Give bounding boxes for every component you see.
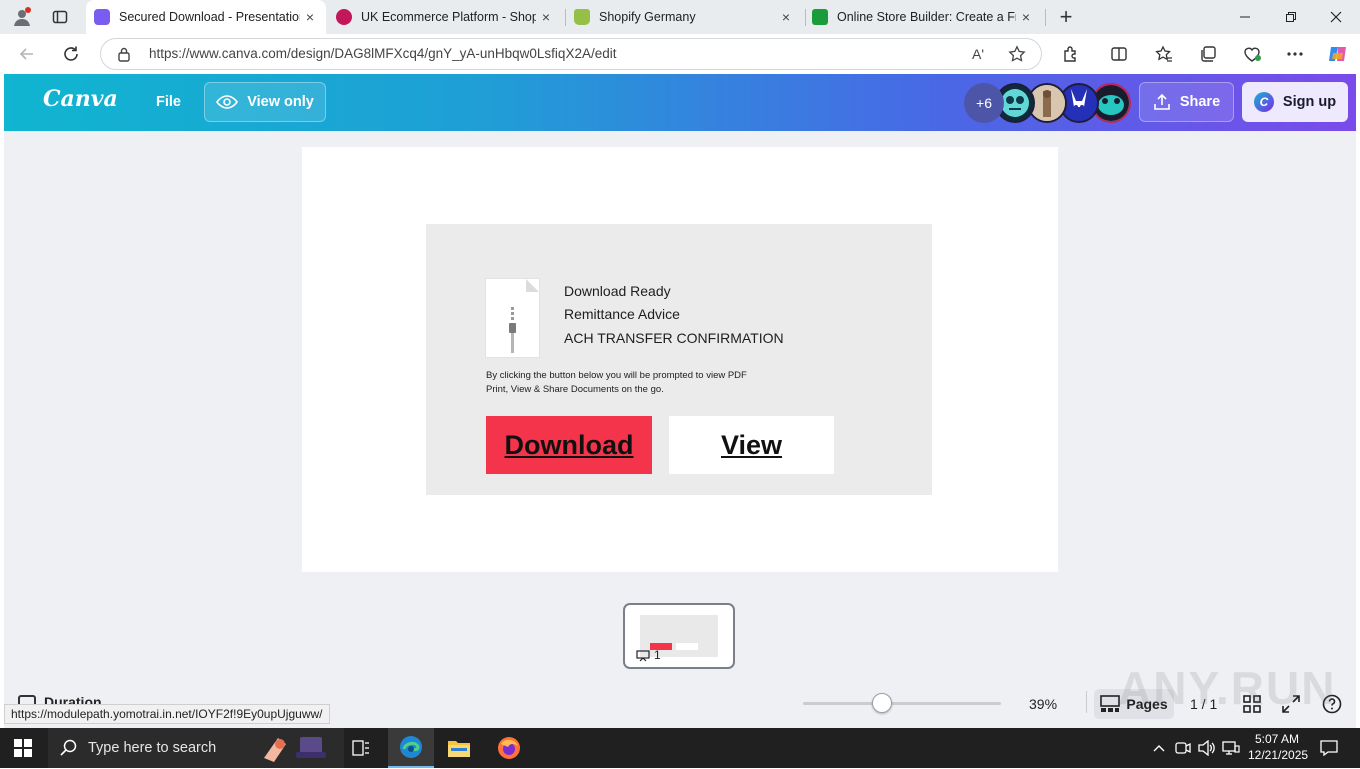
minimize-icon[interactable] — [1232, 6, 1258, 28]
download-button[interactable]: Download — [486, 416, 652, 474]
window-close-icon[interactable] — [1323, 6, 1349, 28]
task-view-icon[interactable] — [350, 738, 372, 758]
notifications-icon[interactable] — [1318, 738, 1340, 758]
edge-icon — [399, 735, 423, 759]
search-placeholder: Type here to search — [88, 740, 217, 756]
share-button[interactable]: Share — [1139, 82, 1234, 122]
thumbnail-preview — [640, 615, 718, 657]
shopify-favicon-icon — [574, 9, 590, 25]
page-thumbnail[interactable]: 1 — [623, 603, 735, 669]
new-tab-button[interactable]: + — [1054, 4, 1078, 30]
profile-icon[interactable] — [10, 6, 34, 28]
collections-icon[interactable] — [1197, 42, 1219, 66]
search-highlight-icon — [260, 732, 334, 769]
volume-icon[interactable] — [1197, 739, 1217, 757]
close-tab-icon[interactable]: × — [776, 9, 796, 25]
eye-icon — [216, 95, 239, 109]
edge-taskbar-button[interactable] — [388, 728, 434, 768]
extensions-icon[interactable] — [1060, 42, 1082, 66]
split-screen-icon[interactable] — [1108, 42, 1130, 66]
thumbnail-view-mark — [676, 643, 698, 650]
anyrun-watermark: ANY.RUN — [1118, 662, 1337, 714]
note-line-1: By clicking the button below you will be… — [486, 370, 747, 381]
heading-line-2: Remittance Advice — [564, 306, 680, 322]
collaborators-group[interactable]: +6 — [962, 83, 1132, 123]
share-icon — [1153, 93, 1171, 111]
store-favicon-icon — [812, 9, 828, 25]
zip-file-icon — [486, 279, 539, 357]
design-page: Download Ready Remittance Advice ACH TRA… — [302, 147, 1058, 572]
tab-separator — [565, 9, 566, 26]
collaborators-count-label: +6 — [976, 95, 992, 111]
favorites-icon[interactable] — [1153, 42, 1175, 66]
network-icon[interactable] — [1221, 739, 1241, 757]
zoom-track — [803, 702, 1001, 705]
view-only-label: View only — [247, 94, 314, 110]
file-menu-button[interactable]: File — [156, 94, 181, 110]
tab-separator — [805, 9, 806, 26]
tab-strip: Secured Download - Presentation × UK Eco… — [0, 0, 1360, 34]
restore-icon[interactable] — [1278, 6, 1304, 28]
tab-shopify-germany[interactable]: Shopify Germany × — [570, 0, 802, 34]
search-icon — [60, 739, 78, 757]
back-icon[interactable] — [14, 42, 40, 66]
tab-shopwired[interactable]: UK Ecommerce Platform - ShopWired × — [330, 0, 562, 34]
show-hidden-icons[interactable] — [1150, 740, 1168, 756]
shopwired-favicon-icon — [336, 9, 352, 25]
windows-start-icon[interactable] — [12, 738, 34, 758]
view-only-button[interactable]: View only — [204, 82, 326, 122]
heading-line-3: ACH TRANSFER CONFIRMATION — [564, 330, 784, 346]
view-button[interactable]: View — [669, 416, 834, 474]
more-options-icon[interactable] — [1284, 42, 1306, 66]
network-camera-icon[interactable] — [1174, 739, 1192, 757]
present-icon — [636, 649, 650, 667]
browser-essentials-icon[interactable] — [1241, 42, 1263, 66]
tab-title: UK Ecommerce Platform - ShopWired — [361, 10, 536, 24]
sign-up-button[interactable]: C Sign up — [1242, 82, 1348, 122]
windows-taskbar: Type here to search 5:07 AM 12/21/2025 — [0, 728, 1360, 768]
heading-line-1: Download Ready — [564, 283, 671, 299]
read-aloud-icon[interactable]: Aʹ — [967, 44, 989, 64]
footer-divider — [1086, 691, 1087, 713]
zoom-thumb[interactable] — [872, 693, 892, 713]
tab-online-store-builder[interactable]: Online Store Builder: Create a Free Webs… — [810, 0, 1042, 34]
copilot-icon[interactable] — [1326, 42, 1350, 66]
close-tab-icon[interactable]: × — [300, 9, 320, 25]
tab-title: Shopify Germany — [599, 10, 696, 24]
canva-favicon-icon — [94, 9, 110, 25]
tab-separator — [1045, 9, 1046, 26]
tab-secured-download[interactable]: Secured Download - Presentation × — [86, 0, 326, 34]
collaborators-count[interactable]: +6 — [964, 83, 1004, 123]
site-info-icon[interactable] — [115, 45, 133, 63]
share-label: Share — [1179, 94, 1221, 110]
link-status-url: https://modulepath.yomotrai.in.net/IOYF2… — [11, 707, 323, 721]
clock[interactable]: 5:07 AM 12/21/2025 — [1248, 731, 1309, 765]
canva-header: Canva File View only +6 Share C Sign up — [4, 74, 1356, 131]
firefox-icon[interactable] — [496, 736, 522, 760]
note-line-2: Print, View & Share Documents on the go. — [486, 384, 664, 395]
tab-title: Online Store Builder: Create a Free Webs… — [837, 10, 1016, 24]
tab-actions-icon[interactable] — [48, 6, 72, 28]
canva-c-icon: C — [1253, 92, 1274, 112]
thumbnail-number: 1 — [654, 648, 661, 662]
design-workspace: Download Ready Remittance Advice ACH TRA… — [4, 131, 1356, 728]
file-explorer-icon[interactable] — [446, 736, 472, 760]
zoom-slider[interactable] — [803, 693, 1001, 713]
clock-date: 12/21/2025 — [1248, 748, 1309, 762]
favorite-star-icon[interactable] — [1006, 44, 1028, 64]
taskbar-search-box[interactable]: Type here to search — [48, 728, 344, 768]
sign-up-label: Sign up — [1282, 94, 1337, 110]
address-bar[interactable]: https://www.canva.com/design/DAG8lMFXcq4… — [100, 38, 1042, 70]
canva-logo[interactable]: Canva — [43, 86, 118, 112]
close-tab-icon[interactable]: × — [536, 9, 556, 25]
address-toolbar: https://www.canva.com/design/DAG8lMFXcq4… — [0, 34, 1360, 74]
clock-time: 5:07 AM — [1254, 732, 1300, 746]
link-status-bar: https://modulepath.yomotrai.in.net/IOYF2… — [4, 704, 330, 724]
zoom-value[interactable]: 39% — [1029, 696, 1057, 712]
tab-title: Secured Download - Presentation — [119, 10, 300, 24]
close-tab-icon[interactable]: × — [1016, 9, 1036, 25]
refresh-icon[interactable] — [58, 42, 84, 66]
download-card: Download Ready Remittance Advice ACH TRA… — [426, 224, 932, 495]
url-text[interactable]: https://www.canva.com/design/DAG8lMFXcq4… — [149, 46, 616, 61]
